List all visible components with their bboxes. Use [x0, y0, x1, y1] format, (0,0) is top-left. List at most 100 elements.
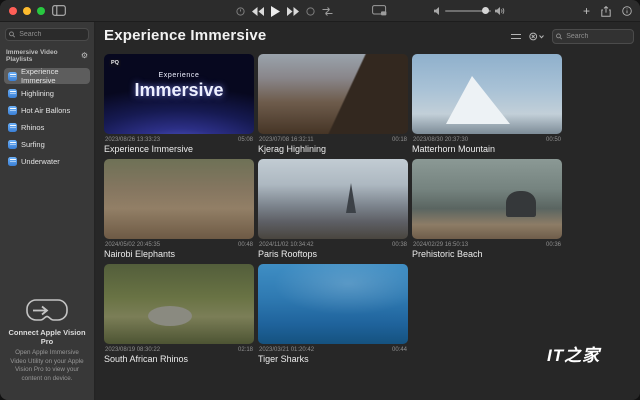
sidebar-section-title: Immersive Video Playlists — [6, 49, 58, 63]
vision-pro-goggles-icon — [26, 298, 68, 321]
sidebar-item-label: Experience Immersive — [21, 67, 59, 85]
list-view-icon[interactable] — [511, 33, 521, 40]
sidebar-item-label: Highlining — [21, 88, 54, 98]
video-title: Nairobi Elephants — [104, 249, 176, 259]
video-card-tiger-sharks[interactable]: 2023/03/21 01:20:42 00:44 Tiger Sharks — [258, 264, 408, 364]
close-button[interactable] — [9, 7, 17, 15]
video-duration: 00:48 — [237, 241, 253, 248]
video-title: Kjerag Highlining — [258, 144, 327, 154]
info-icon[interactable] — [622, 6, 632, 16]
video-duration: 00:44 — [391, 346, 407, 353]
zoom-button[interactable] — [37, 7, 45, 15]
video-timestamp: 2023/08/30 20:37:30 — [413, 136, 469, 143]
timer-icon[interactable] — [236, 6, 245, 16]
sidebar-item-experience-immersive[interactable]: Experience Immersive — [4, 67, 90, 85]
search-icon — [9, 31, 16, 38]
content-search[interactable] — [552, 28, 634, 44]
video-timestamp: 2024/02/29 16:50:13 — [413, 241, 469, 248]
volume-high-icon[interactable] — [495, 7, 505, 15]
playlist-icon — [8, 88, 17, 98]
video-meta: 2024/02/29 16:50:13 00:36 — [412, 239, 562, 248]
volume-low-icon[interactable] — [434, 7, 441, 15]
video-card-matterhorn-mountain[interactable]: 2023/08/30 20:37:30 00:50 Matterhorn Mou… — [412, 54, 562, 154]
sidebar-search[interactable] — [5, 28, 89, 41]
sidebar-item-highlining[interactable]: Highlining — [4, 85, 90, 101]
video-title: Experience Immersive — [104, 144, 194, 154]
sidebar-item-label: Hot Air Ballons — [21, 105, 71, 115]
stop-icon[interactable] — [306, 6, 315, 16]
playlist-icon — [8, 105, 17, 115]
sidebar-item-hot-air-ballons[interactable]: Hot Air Ballons — [4, 102, 90, 118]
video-duration: 05:08 — [237, 136, 253, 143]
video-thumbnail[interactable] — [104, 264, 254, 344]
video-card-paris-rooftops[interactable]: 2024/11/02 10:34:42 00:38 Paris Rooftops — [258, 159, 408, 259]
playlist-icon — [8, 156, 17, 166]
shuffle-icon[interactable] — [322, 6, 333, 16]
watermark-logo: IT之家 — [547, 346, 601, 365]
playlist-icon — [8, 71, 17, 81]
video-card-prehistoric-beach[interactable]: 2024/02/29 16:50:13 00:36 Prehistoric Be… — [412, 159, 562, 259]
filter-menu-icon[interactable] — [529, 32, 544, 41]
playback-controls — [236, 0, 333, 22]
page-title: Experience Immersive — [104, 27, 267, 44]
display-connect-icon[interactable] — [372, 5, 387, 16]
video-timestamp: 2023/03/21 01:20:42 — [259, 346, 315, 353]
video-timestamp: 2023/08/26 13:33:23 — [105, 136, 161, 143]
sidebar-item-underwater[interactable]: Underwater — [4, 153, 90, 169]
rewind-icon[interactable] — [252, 6, 264, 16]
volume-slider-knob[interactable] — [482, 7, 489, 15]
fast-forward-icon[interactable] — [287, 6, 299, 16]
video-meta: 2024/11/02 10:34:42 00:38 — [258, 239, 408, 248]
play-icon[interactable] — [271, 5, 280, 17]
video-meta: 2023/07/08 16:32:11 00:18 — [258, 134, 408, 143]
video-thumbnail[interactable] — [258, 264, 408, 344]
video-card-experience-immersive[interactable]: PQ Experience Immersive 2023/08/26 13:33… — [104, 54, 254, 154]
settings-gear-icon[interactable]: ⚙ — [81, 52, 88, 60]
video-thumbnail[interactable]: PQ Experience Immersive — [104, 54, 254, 134]
video-duration: 02:18 — [237, 346, 253, 353]
sidebar-item-surfing[interactable]: Surfing — [4, 136, 90, 152]
video-timestamp: 2023/07/08 16:32:11 — [259, 136, 314, 143]
video-duration: 00:18 — [391, 136, 407, 143]
poster-text: Experience Immersive — [134, 72, 224, 100]
sidebar-item-label: Underwater — [21, 156, 60, 166]
video-thumbnail[interactable] — [258, 54, 408, 134]
share-icon[interactable] — [601, 5, 611, 17]
toolbar-right-actions: + — [583, 0, 632, 22]
video-meta: 2023/03/21 01:20:42 00:44 — [258, 344, 408, 353]
video-meta: 2023/08/30 20:37:30 00:50 — [412, 134, 562, 143]
video-timestamp: 2024/05/02 20:45:35 — [105, 241, 161, 248]
playlist-icon — [8, 122, 17, 132]
video-thumbnail[interactable] — [104, 159, 254, 239]
volume-slider[interactable] — [445, 7, 491, 15]
content-search-input[interactable] — [564, 31, 630, 41]
sidebar-section-header: Immersive Video Playlists ⚙ — [0, 45, 94, 65]
sidebar-toggle-icon[interactable] — [52, 5, 66, 16]
video-meta: 2024/05/02 20:45:35 00:48 — [104, 239, 254, 248]
video-timestamp: 2024/11/02 10:34:42 — [259, 241, 314, 248]
video-title: South African Rhinos — [104, 354, 189, 364]
playlist-list: Experience Immersive Highlining Hot Air … — [0, 67, 94, 170]
sidebar-item-rhinos[interactable]: Rhinos — [4, 119, 90, 135]
minimize-button[interactable] — [23, 7, 31, 15]
connect-vision-pro-panel: Connect Apple Vision Pro Open Apple Imme… — [0, 298, 94, 400]
video-card-south-african-rhinos[interactable]: 2023/08/19 08:30:22 02:18 South African … — [104, 264, 254, 364]
toolbar: + — [0, 0, 640, 22]
video-timestamp: 2023/08/19 08:30:22 — [105, 346, 161, 353]
video-card-nairobi-elephants[interactable]: 2024/05/02 20:45:35 00:48 Nairobi Elepha… — [104, 159, 254, 259]
video-title: Matterhorn Mountain — [412, 144, 496, 154]
video-thumbnail[interactable] — [258, 159, 408, 239]
connect-description: Open Apple Immersive Video Utility on yo… — [10, 348, 84, 383]
window-controls — [9, 7, 45, 15]
video-title: Tiger Sharks — [258, 354, 309, 364]
add-icon[interactable]: + — [583, 5, 590, 17]
sidebar-search-input[interactable] — [17, 30, 85, 39]
video-duration: 00:38 — [391, 241, 407, 248]
video-thumbnail[interactable] — [412, 159, 562, 239]
video-title: Paris Rooftops — [258, 249, 318, 259]
video-thumbnail[interactable] — [412, 54, 562, 134]
video-card-kjerag-highlining[interactable]: 2023/07/08 16:32:11 00:18 Kjerag Highlin… — [258, 54, 408, 154]
connect-title: Connect Apple Vision Pro — [8, 327, 86, 346]
playlist-icon — [8, 139, 17, 149]
volume-control — [434, 0, 505, 22]
